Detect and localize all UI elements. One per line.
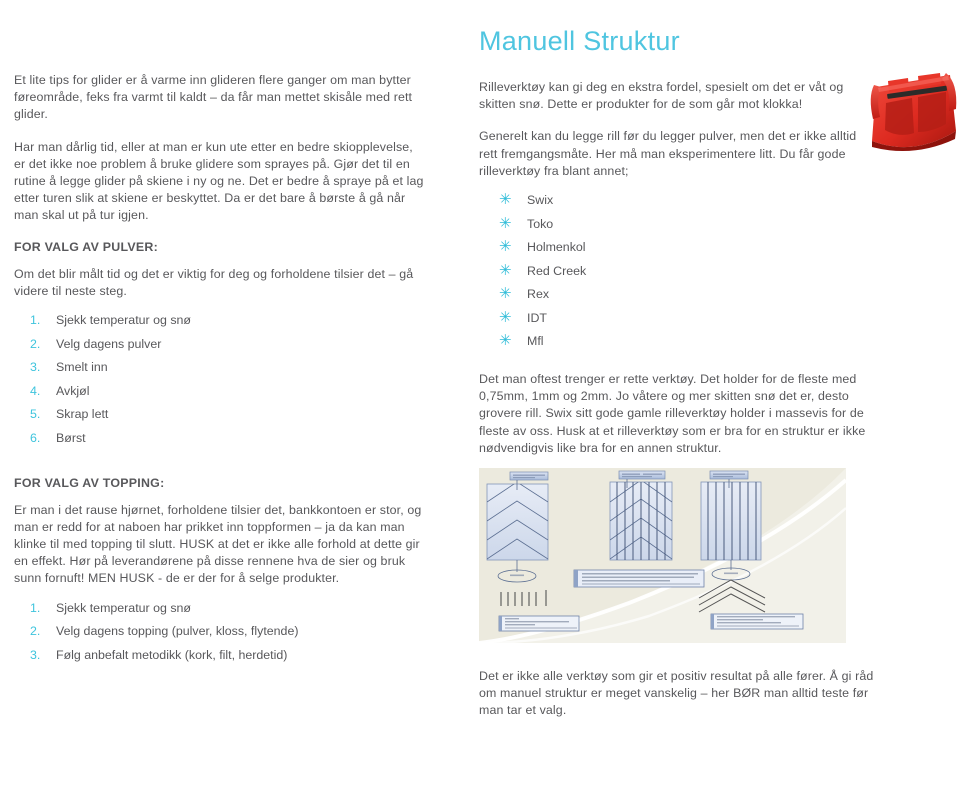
right-paragraph-1: Rilleverktøy kan gi deg en ekstra fordel… (479, 80, 844, 112)
list-item-label: Swix (527, 193, 554, 208)
list-item-label: Mfl (527, 334, 544, 349)
list-item-number: 2. (30, 624, 41, 639)
list-item: 3. Følg anbefalt metodikk (kork, filt, h… (14, 648, 424, 663)
list-item: 1. Sjekk temperatur og snø (14, 313, 424, 328)
list-item-label: Toko (527, 216, 554, 231)
left-paragraph-2: Har man dårlig tid, eller at man er kun … (14, 139, 424, 223)
closing-note: Det er ikke alle verktøy som gir et posi… (479, 668, 899, 735)
left-column: Et lite tips for glider er å varme inn g… (14, 72, 424, 671)
list-item-number: 1. (30, 600, 41, 615)
list-item: ✳ Mfl (479, 332, 946, 350)
list-item: ✳ Rex (479, 285, 946, 303)
list-item-label: Smelt inn (56, 360, 108, 375)
asterisk-bullet-icon: ✳ (499, 285, 512, 303)
list-item-label: Velg dagens pulver (56, 336, 162, 351)
rille-tool-photo (870, 73, 957, 152)
list-item-label: Sjekk temperatur og snø (56, 313, 191, 328)
left-paragraph-1: Et lite tips for glider er å varme inn g… (14, 73, 413, 122)
right-paragraph-4: Det er ikke alle verktøy som gir et posi… (479, 669, 874, 718)
list-item: 3. Smelt inn (14, 360, 424, 375)
pulver-intro-paragraph: Om det blir målt tid og det er viktig fo… (14, 266, 414, 298)
list-item-number: 4. (30, 383, 41, 398)
list-item-label: Sjekk temperatur og snø (56, 600, 191, 615)
list-item: 6. Børst (14, 431, 424, 446)
list-item-number: 6. (30, 430, 41, 445)
list-item: 5. Skrap lett (14, 407, 424, 422)
document-page: Et lite tips for glider er å varme inn g… (0, 0, 960, 787)
list-item-number: 5. (30, 407, 41, 422)
pulver-steps-list: 1. Sjekk temperatur og snø 2. Velg dagen… (14, 313, 424, 446)
page-title: Manuell Struktur (479, 26, 680, 56)
structure-diagram (479, 468, 846, 643)
topping-intro-paragraph: Er man i det rause hjørnet, forholdene t… (14, 502, 422, 586)
list-item-label: Avkjøl (56, 383, 90, 398)
list-item: ✳ IDT (479, 308, 946, 326)
list-item-label: Skrap lett (56, 407, 109, 422)
list-item-label: Velg dagens topping (pulver, kloss, flyt… (56, 624, 299, 639)
list-item: 2. Velg dagens pulver (14, 337, 424, 352)
list-item-label: Følg anbefalt metodikk (kork, filt, herd… (56, 647, 288, 662)
list-item-label: Børst (56, 430, 86, 445)
asterisk-bullet-icon: ✳ (499, 261, 512, 279)
list-item: 4. Avkjøl (14, 384, 424, 399)
topping-section-heading: FOR VALG AV TOPPING: (14, 475, 165, 490)
list-item-number: 3. (30, 360, 41, 375)
right-paragraph-2: Generelt kan du legge rill før du legger… (479, 129, 857, 178)
brand-list: ✳ Swix ✳ Toko ✳ Holmenkol ✳ Red Creek ✳ … (479, 191, 946, 350)
list-item-label: IDT (527, 310, 547, 325)
list-item-number: 2. (30, 336, 41, 351)
asterisk-bullet-icon: ✳ (499, 191, 512, 209)
list-item-number: 3. (30, 647, 41, 662)
asterisk-bullet-icon: ✳ (499, 308, 512, 326)
list-item-label: Rex (527, 287, 550, 302)
list-item: ✳ Toko (479, 214, 946, 232)
asterisk-bullet-icon: ✳ (499, 214, 512, 232)
list-item-number: 1. (30, 313, 41, 328)
topping-steps-list: 1. Sjekk temperatur og snø 2. Velg dagen… (14, 601, 424, 663)
asterisk-bullet-icon: ✳ (499, 238, 512, 256)
structure-diagram-figure (479, 468, 846, 643)
list-item-label: Red Creek (527, 263, 587, 278)
pulver-section-heading: FOR VALG AV PULVER: (14, 239, 158, 254)
list-item: 1. Sjekk temperatur og snø (14, 601, 424, 616)
list-item-label: Holmenkol (527, 240, 586, 255)
list-item: ✳ Swix (479, 191, 946, 209)
list-item: 2. Velg dagens topping (pulver, kloss, f… (14, 624, 424, 639)
right-paragraph-3: Det man oftest trenger er rette verktøy.… (479, 372, 866, 455)
asterisk-bullet-icon: ✳ (499, 332, 512, 350)
list-item: ✳ Red Creek (479, 261, 946, 279)
list-item: ✳ Holmenkol (479, 238, 946, 256)
